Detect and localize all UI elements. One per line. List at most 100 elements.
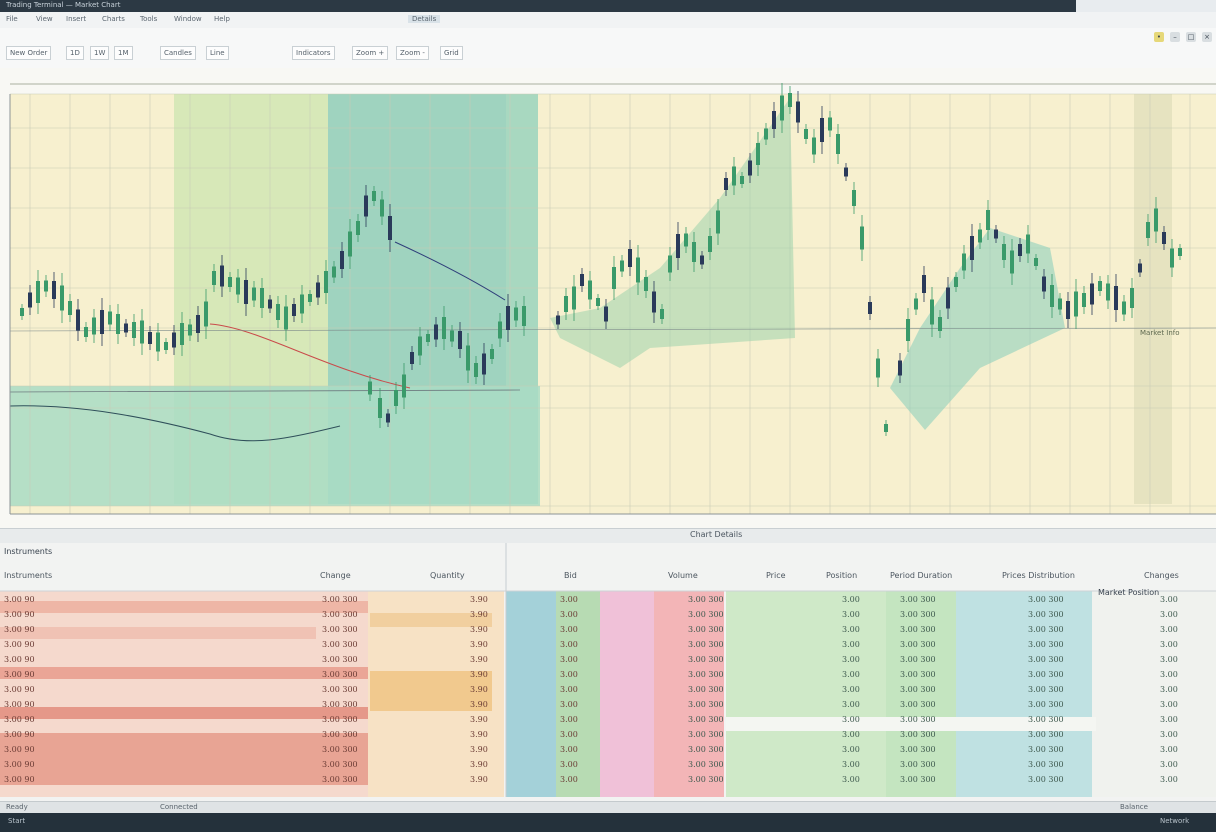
tab-details[interactable]: Details [408, 15, 441, 23]
zoom-out-button[interactable]: Zoom - [396, 46, 429, 60]
table-cell: 3.00 90 [4, 655, 35, 664]
timeframe-1d-button[interactable]: 1D [66, 46, 84, 60]
table-cell: 3.00 90 [4, 745, 35, 754]
table-cell: 3.00 300 [322, 670, 358, 679]
table-cell: 3.00 300 [688, 655, 724, 664]
col-header-bid[interactable]: Bid [564, 571, 577, 580]
chart-marker-label: Market Info [1140, 329, 1180, 337]
table-cell: 3.00 [1160, 745, 1178, 754]
table-cell: 3.90 [470, 625, 488, 634]
close-icon[interactable]: × [1202, 32, 1212, 42]
grid-button[interactable]: Grid [440, 46, 463, 60]
col-header-instruments[interactable]: Instruments [4, 571, 52, 580]
table-cell: 3.00 300 [1028, 610, 1064, 619]
status-mid: Connected [160, 803, 198, 811]
col-header-volume[interactable]: Volume [668, 571, 698, 580]
table-cell: 3.00 [1160, 700, 1178, 709]
table-cell: 3.90 [470, 685, 488, 694]
table-cell: 3.00 300 [688, 775, 724, 784]
start-button[interactable]: Start [8, 817, 25, 825]
table-cell: 3.00 [560, 760, 578, 769]
status-left: Ready [6, 803, 28, 811]
table-cell: 3.00 300 [1028, 775, 1064, 784]
table-cell: 3.00 [560, 610, 578, 619]
table-cell: 3.00 300 [688, 745, 724, 754]
band-bottom [10, 386, 540, 506]
table-cell: 3.00 [560, 685, 578, 694]
table-cell: 3.00 300 [900, 655, 936, 664]
table-cell: 3.90 [470, 700, 488, 709]
table-cell: 3.90 [470, 595, 488, 604]
table-cell: 3.00 [842, 625, 860, 634]
title-bar-right [1076, 0, 1216, 12]
table-cell: 3.00 [560, 595, 578, 604]
table-cell: 3.90 [470, 640, 488, 649]
menu-file[interactable]: File [6, 15, 18, 23]
table-cell: 3.00 [1160, 670, 1178, 679]
table-cell: 3.00 [560, 745, 578, 754]
panel-divider[interactable]: Chart Details [0, 528, 1216, 544]
col-header-period-duration[interactable]: Period Duration [890, 571, 952, 580]
price-chart[interactable] [0, 68, 1216, 528]
market-position-label: Market Position [1098, 588, 1160, 597]
table-cell: 3.00 [1160, 625, 1178, 634]
new-order-button[interactable]: New Order [6, 46, 52, 60]
table-cell: 3.00 300 [322, 625, 358, 634]
col-header-prices-distribution[interactable]: Prices Distribution [1002, 571, 1075, 580]
table-cell: 3.90 [470, 670, 488, 679]
table-cell: 3.00 [560, 700, 578, 709]
table-cell: 3.00 [1160, 655, 1178, 664]
toolbar: • – □ × New Order 1D 1W 1M Candles Line … [0, 28, 1216, 69]
menu-tools[interactable]: Tools [140, 15, 157, 23]
table-cell: 3.00 300 [900, 610, 936, 619]
table-cell: 3.00 300 [322, 685, 358, 694]
table-cell: 3.00 300 [900, 745, 936, 754]
notification-icon[interactable]: • [1154, 32, 1164, 42]
chart-details-label: Chart Details [690, 530, 743, 539]
menu-window[interactable]: Window [174, 15, 202, 23]
table-cell: 3.00 300 [322, 745, 358, 754]
timeframe-1w-button[interactable]: 1W [90, 46, 110, 60]
table-cell: 3.00 300 [322, 760, 358, 769]
table-cell: 3.00 300 [688, 715, 724, 724]
timeframe-1m-button[interactable]: 1M [114, 46, 133, 60]
col-header-changes[interactable]: Changes [1144, 571, 1179, 580]
zoom-in-button[interactable]: Zoom + [352, 46, 389, 60]
table-cell: 3.00 300 [900, 640, 936, 649]
table-cell: 3.00 90 [4, 610, 35, 619]
table-cell: 3.00 300 [900, 685, 936, 694]
table-cell: 3.00 300 [688, 610, 724, 619]
col-header-position[interactable]: Position [826, 571, 857, 580]
table-cell: 3.00 [842, 655, 860, 664]
menu-insert[interactable]: Insert [66, 15, 86, 23]
table-cell: 3.00 [842, 760, 860, 769]
table-cell: 3.00 300 [900, 595, 936, 604]
status-right: Balance [1120, 803, 1148, 811]
table-cell: 3.00 300 [322, 700, 358, 709]
indicators-button[interactable]: Indicators [292, 46, 335, 60]
col-header-price[interactable]: Price [766, 571, 786, 580]
maximize-icon[interactable]: □ [1186, 32, 1196, 42]
menu-charts[interactable]: Charts [102, 15, 125, 23]
line-button[interactable]: Line [206, 46, 229, 60]
table-cell: 3.00 90 [4, 670, 35, 679]
col-header-change[interactable]: Change [320, 571, 351, 580]
menu-help[interactable]: Help [214, 15, 230, 23]
minimize-icon[interactable]: – [1170, 32, 1180, 42]
taskbar: Start Network [0, 813, 1216, 832]
table-cell: 3.90 [470, 655, 488, 664]
menu-view[interactable]: View [36, 15, 53, 23]
chart-panel[interactable]: Market Info [0, 68, 1216, 528]
table-cell: 3.00 300 [1028, 715, 1064, 724]
table-cell: 3.00 300 [322, 595, 358, 604]
table-cell: 3.90 [470, 715, 488, 724]
table-cell: 3.00 300 [1028, 595, 1064, 604]
col-header-quantity[interactable]: Quantity [430, 571, 465, 580]
table-cell: 3.00 300 [688, 685, 724, 694]
table-cell: 3.00 [560, 775, 578, 784]
table-cell: 3.90 [470, 730, 488, 739]
candles-button[interactable]: Candles [160, 46, 196, 60]
table-cell: 3.00 90 [4, 730, 35, 739]
table-cell: 3.00 300 [1028, 700, 1064, 709]
table-cell: 3.90 [470, 775, 488, 784]
